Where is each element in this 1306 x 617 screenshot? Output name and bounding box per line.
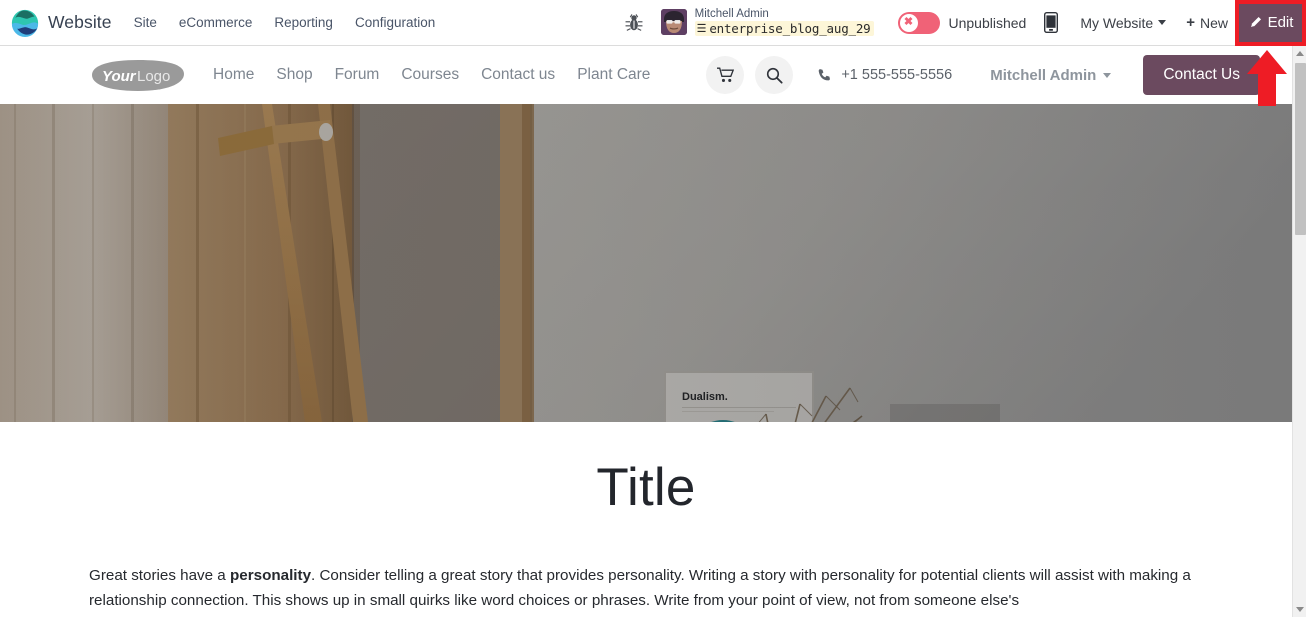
search-button[interactable] (755, 56, 794, 94)
svg-text:Your: Your (102, 68, 137, 85)
app-menu-bar: Site eCommerce Reporting Configuration (134, 15, 436, 30)
page-title: Title (596, 458, 696, 517)
database-name-label: enterprise_blog_aug_29 (709, 21, 871, 37)
cart-button[interactable] (706, 56, 745, 94)
database-badge: ☰ enterprise_blog_aug_29 (694, 21, 874, 37)
shopping-cart-icon (716, 67, 734, 82)
nav-link-courses[interactable]: Courses (401, 66, 459, 84)
new-button-label: New (1199, 14, 1228, 31)
website-app-icon[interactable] (11, 9, 39, 37)
phone-number-label: +1 555-555-5556 (841, 67, 953, 83)
x-circle-icon: ✖ (899, 13, 918, 32)
chevron-down-icon (1103, 72, 1112, 78)
user-name-label: Mitchell Admin (694, 8, 769, 21)
systray-right-group: Mitchell Admin ☰ enterprise_blog_aug_29 ✖… (625, 0, 1306, 46)
pencil-icon (1250, 16, 1261, 27)
edit-button[interactable]: Edit (1236, 0, 1306, 46)
plus-icon: + (1186, 14, 1195, 31)
paragraph-lead: Great stories have a (89, 567, 230, 584)
hero-banner-image[interactable]: Dualism. (0, 104, 1292, 422)
publish-toggle[interactable]: ✖ Unpublished (897, 11, 1027, 34)
odoo-top-bar: Website Site eCommerce Reporting Configu… (0, 0, 1306, 46)
app-name-label[interactable]: Website (48, 12, 112, 33)
site-user-menu-label: Mitchell Admin (990, 66, 1097, 84)
website-selector[interactable]: My Website (1080, 14, 1167, 31)
site-user-menu[interactable]: Mitchell Admin (990, 66, 1112, 84)
search-icon (766, 67, 783, 84)
bug-icon[interactable] (625, 13, 643, 33)
scrollbar-thumb[interactable] (1295, 63, 1306, 235)
contact-us-button[interactable]: Contact Us (1143, 55, 1260, 95)
svg-text:Logo: Logo (137, 68, 170, 85)
chevron-down-icon (1158, 20, 1167, 25)
menu-item-ecommerce[interactable]: eCommerce (179, 15, 253, 30)
scroll-down-arrow-icon[interactable] (1293, 602, 1306, 617)
website-editor-screen: Website Site eCommerce Reporting Configu… (0, 0, 1306, 617)
publish-pill[interactable]: ✖ (897, 11, 940, 34)
blog-post-body: Title Great stories have a personality. … (0, 422, 1292, 617)
website-navbar: Your Logo Home Shop Forum Courses Contac… (0, 46, 1292, 104)
scroll-up-arrow-icon[interactable] (1293, 46, 1306, 61)
nav-link-plant-care[interactable]: Plant Care (577, 66, 650, 84)
nav-link-shop[interactable]: Shop (276, 66, 312, 84)
user-menu[interactable]: Mitchell Admin ☰ enterprise_blog_aug_29 (660, 8, 874, 37)
nav-link-contact-us[interactable]: Contact us (481, 66, 555, 84)
avatar[interactable] (660, 9, 687, 36)
edit-button-label: Edit (1267, 14, 1294, 31)
nav-link-forum[interactable]: Forum (335, 66, 380, 84)
menu-item-configuration[interactable]: Configuration (355, 15, 435, 30)
phone-block[interactable]: +1 555-555-5556 (817, 67, 952, 83)
page-scrollbar[interactable] (1292, 46, 1306, 617)
edit-button-wrapper: Edit (1236, 0, 1306, 46)
database-icon: ☰ (696, 22, 707, 36)
user-meta: Mitchell Admin ☰ enterprise_blog_aug_29 (694, 8, 874, 37)
menu-item-reporting[interactable]: Reporting (274, 15, 333, 30)
site-nav-list: Home Shop Forum Courses Contact us Plant… (213, 66, 650, 84)
website-selector-label: My Website (1080, 14, 1154, 31)
post-paragraph: Great stories have a personality. Consid… (89, 564, 1206, 613)
publish-state-label: Unpublished (948, 14, 1027, 31)
site-logo[interactable]: Your Logo (88, 58, 188, 93)
paragraph-bold-word: personality (229, 567, 312, 584)
new-button[interactable]: + New (1186, 14, 1228, 31)
website-navbar-right: +1 555-555-5556 Mitchell Admin Contact U… (706, 55, 1260, 95)
phone-icon (819, 68, 831, 80)
nav-link-home[interactable]: Home (213, 66, 254, 84)
mobile-phone-icon[interactable] (1044, 11, 1059, 34)
menu-item-site[interactable]: Site (134, 15, 157, 30)
hero-dark-overlay (0, 104, 1292, 422)
